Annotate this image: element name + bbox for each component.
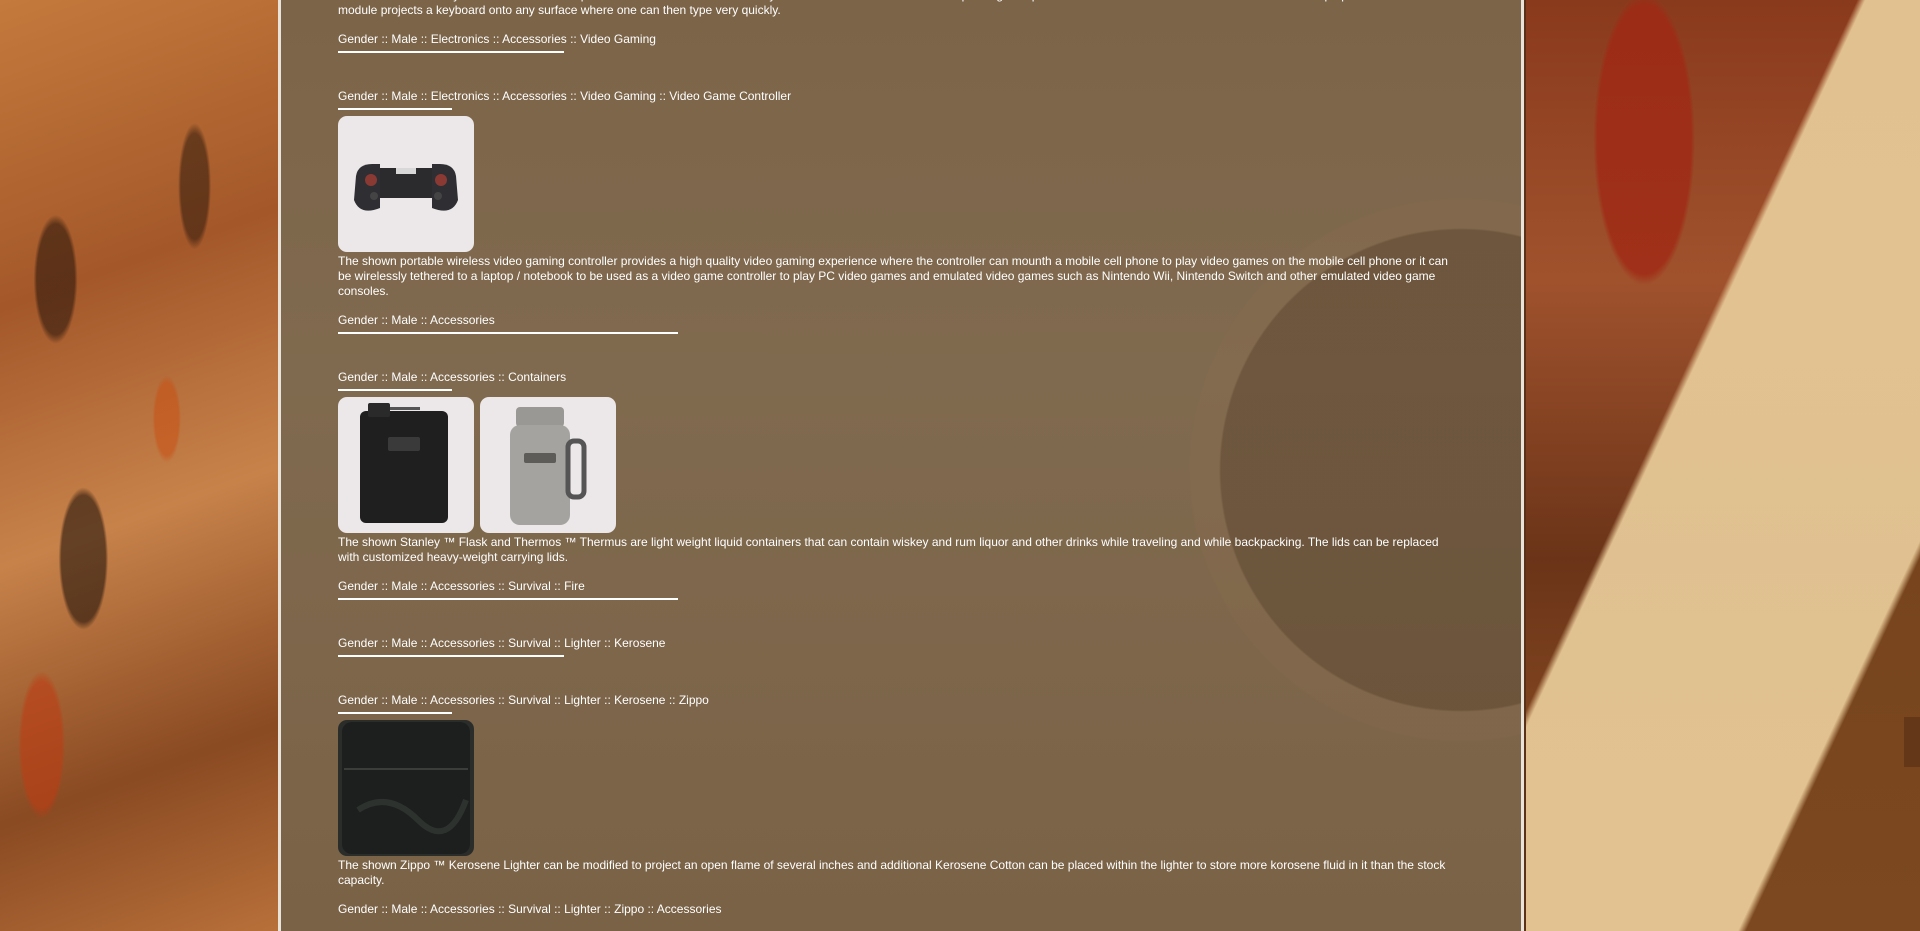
background-map-right — [1526, 0, 1920, 931]
image-row — [338, 397, 1458, 533]
flask-image[interactable] — [338, 397, 474, 533]
background-map-left — [0, 0, 278, 931]
containers-description: The shown Stanley ™ Flask and Thermos ™ … — [338, 535, 1439, 564]
category-breadcrumb-zippo[interactable]: Gender :: Male :: Accessories :: Surviva… — [338, 693, 1458, 712]
laser-keyboard-description: The AGS ™ Laser Keyboard module is a com… — [338, 0, 1438, 17]
image-row — [338, 116, 1458, 252]
section-divider — [338, 108, 452, 110]
image-row — [338, 720, 1458, 856]
section-divider — [338, 389, 452, 391]
category-breadcrumb-accessories[interactable]: Gender :: Male :: Accessories — [338, 313, 1458, 332]
zippo-description: The shown Zippo ™ Kerosene Lighter can b… — [338, 858, 1446, 887]
game-controller-icon — [354, 164, 458, 211]
game-controller-description: The shown portable wireless video gaming… — [338, 254, 1448, 298]
flask-icon — [360, 403, 448, 523]
category-breadcrumb-survival-fire[interactable]: Gender :: Male :: Accessories :: Surviva… — [338, 579, 1458, 598]
lighter-icon — [342, 722, 470, 854]
category-breadcrumb-video-gaming[interactable]: Gender :: Male :: Electronics :: Accesso… — [338, 32, 1458, 51]
thermos-icon — [510, 407, 587, 525]
zippo-lighter-image[interactable] — [338, 720, 474, 856]
vertical-scrollbar[interactable] — [1904, 0, 1920, 931]
category-breadcrumb-video-game-controller[interactable]: Gender :: Male :: Electronics :: Accesso… — [338, 89, 1458, 108]
category-breadcrumb-containers[interactable]: Gender :: Male :: Accessories :: Contain… — [338, 370, 1458, 389]
scrollbar-thumb[interactable] — [1904, 717, 1920, 767]
section-divider — [338, 712, 452, 714]
category-breadcrumb-kerosene[interactable]: Gender :: Male :: Accessories :: Surviva… — [338, 636, 1458, 655]
category-breadcrumb-zippo-accessories[interactable]: Gender :: Male :: Accessories :: Surviva… — [338, 902, 1458, 921]
thermos-image[interactable] — [480, 397, 616, 533]
product-list: The AGS ™ Laser Keyboard module is a com… — [338, 0, 1458, 921]
game-controller-image[interactable] — [338, 116, 474, 252]
